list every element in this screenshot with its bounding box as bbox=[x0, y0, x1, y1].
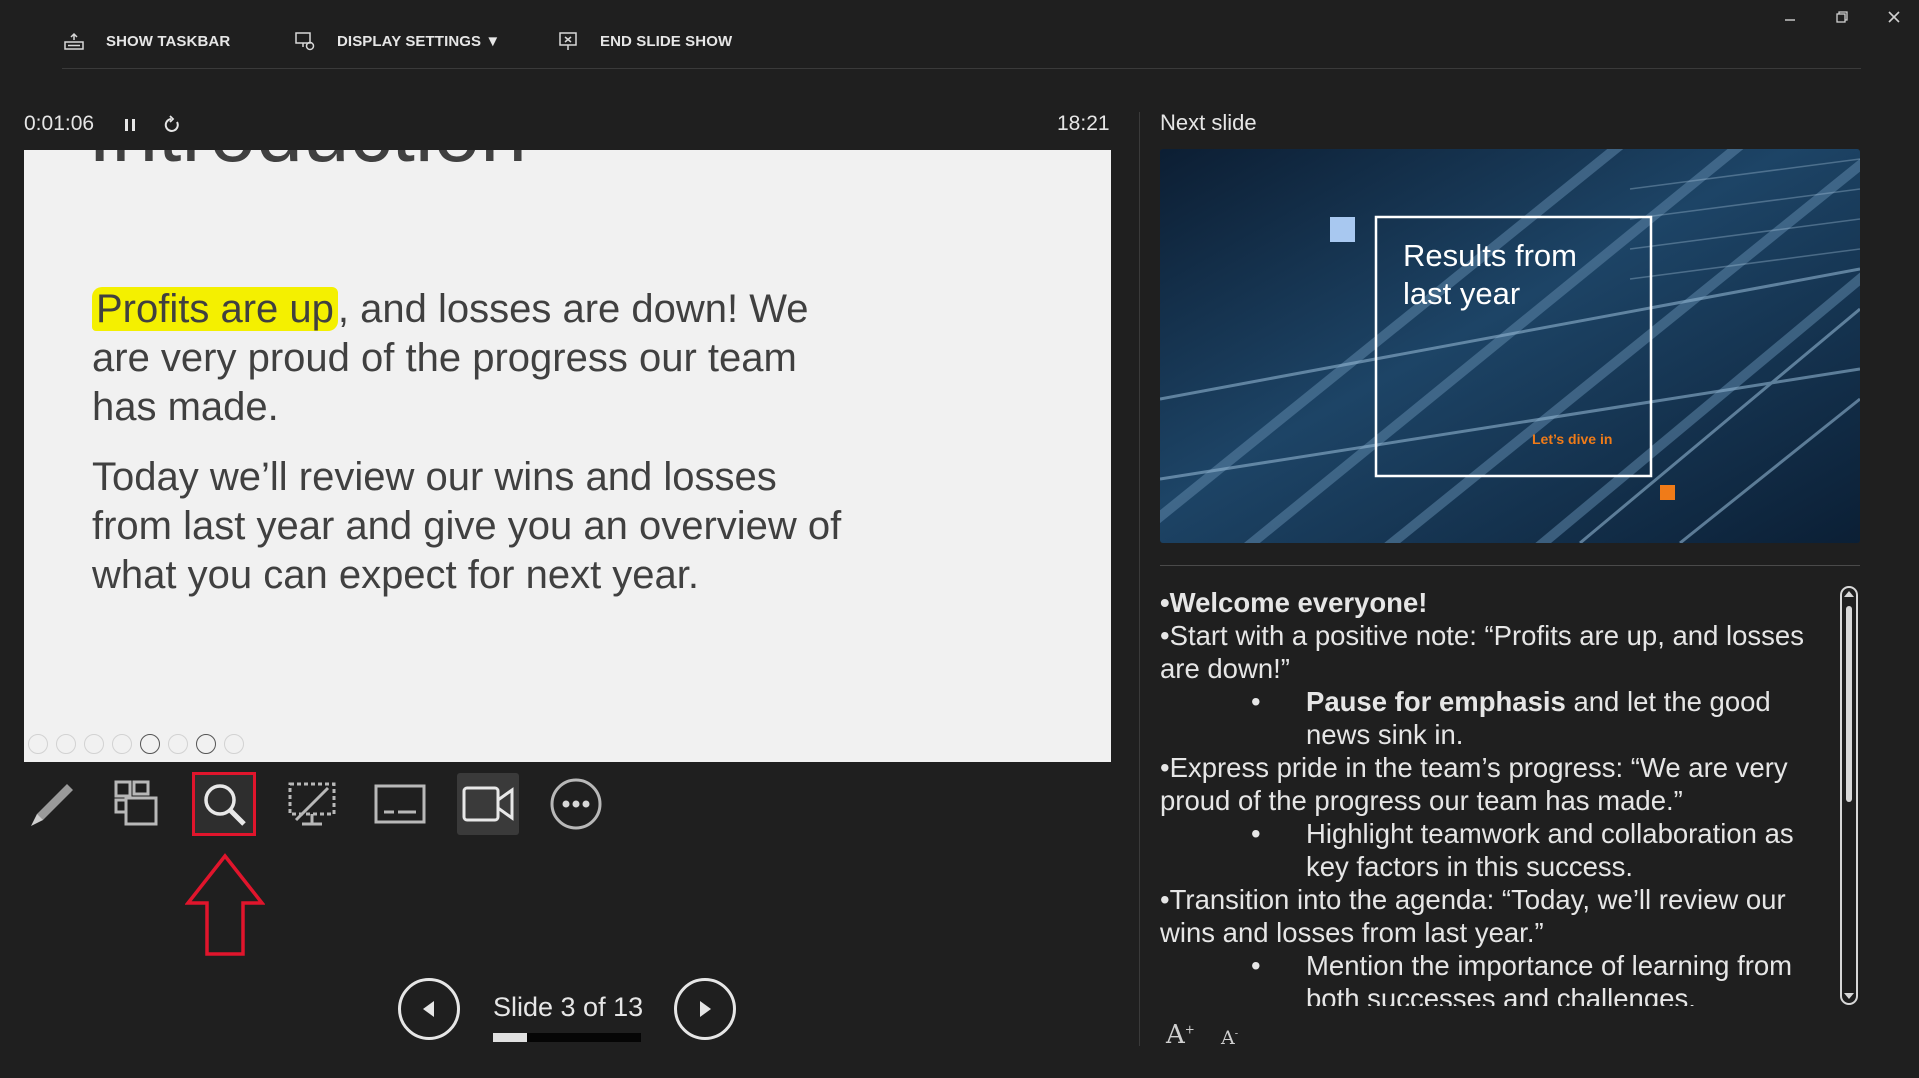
annotation-arrow-icon bbox=[185, 853, 265, 956]
current-slide[interactable]: Introduction Profits are up, and losses … bbox=[24, 150, 1111, 762]
show-taskbar-button[interactable]: SHOW TASKBAR bbox=[62, 26, 230, 56]
notes-subbullet: Pause for emphasis and let the good news… bbox=[1160, 685, 1840, 751]
display-settings-label: DISPLAY SETTINGS ▼ bbox=[337, 32, 501, 50]
magnifier-icon bbox=[204, 784, 246, 826]
close-icon bbox=[1888, 11, 1900, 23]
zoom-into-slide-button[interactable] bbox=[192, 772, 256, 836]
slides-grid-icon bbox=[114, 780, 158, 826]
camera-toggle-button[interactable] bbox=[457, 773, 519, 835]
notes-divider bbox=[1160, 565, 1860, 566]
increase-font-button[interactable]: A+ bbox=[1166, 1020, 1195, 1050]
toggle-subtitles-button[interactable] bbox=[369, 773, 431, 835]
notes-subbullet: Mention the importance of learning from … bbox=[1160, 949, 1840, 1006]
display-settings-icon bbox=[295, 32, 315, 51]
notes-scrollbar[interactable] bbox=[1840, 586, 1858, 1005]
mini-camera-icon[interactable] bbox=[196, 734, 216, 754]
slide-paragraph-1: Profits are up, and losses are down! We … bbox=[92, 285, 852, 432]
scroll-down-arrow-icon[interactable] bbox=[1843, 992, 1855, 1000]
mini-more-icon[interactable] bbox=[224, 734, 244, 754]
notes-line: •Express pride in the team’s progress: “… bbox=[1160, 752, 1788, 816]
scroll-up-arrow-icon[interactable] bbox=[1843, 590, 1855, 598]
mini-next-icon[interactable] bbox=[56, 734, 76, 754]
more-icon bbox=[550, 778, 602, 830]
display-settings-button[interactable]: DISPLAY SETTINGS ▼ bbox=[293, 26, 500, 56]
slide-progress-fill bbox=[493, 1033, 528, 1042]
subtitles-icon bbox=[374, 784, 426, 824]
pen-tool-button[interactable] bbox=[20, 773, 82, 835]
restore-icon bbox=[1836, 11, 1848, 23]
monitor-slash-icon bbox=[288, 782, 336, 826]
pen-icon bbox=[31, 784, 73, 826]
clock: 18:21 bbox=[1057, 112, 1110, 135]
mini-pen-icon[interactable] bbox=[84, 734, 104, 754]
mini-zoom-icon[interactable] bbox=[140, 734, 160, 754]
slide-paragraph-2: Today we’ll review our wins and losses f… bbox=[92, 455, 842, 597]
close-window-button[interactable] bbox=[1881, 6, 1907, 28]
pane-divider bbox=[1139, 112, 1140, 1046]
decrease-font-button[interactable]: A- bbox=[1221, 1027, 1238, 1049]
video-camera-icon bbox=[462, 786, 514, 822]
slide-counter[interactable]: Slide 3 of 13 bbox=[493, 992, 643, 1023]
notes-line: •Start with a positive note: “Profits ar… bbox=[1160, 620, 1804, 684]
highlighted-text: Profits are up bbox=[92, 287, 338, 331]
mini-subtitles-icon[interactable] bbox=[168, 734, 188, 754]
minimize-button[interactable] bbox=[1777, 6, 1803, 28]
restart-timer-button[interactable] bbox=[161, 114, 183, 136]
triangle-left-icon bbox=[423, 1001, 434, 1017]
minimize-icon bbox=[1785, 19, 1795, 21]
top-divider bbox=[62, 68, 1861, 69]
end-show-icon bbox=[559, 32, 577, 50]
next-slide-preview[interactable]: Results from last year Let’s dive in bbox=[1160, 149, 1860, 543]
slide-mini-toolbar bbox=[28, 734, 244, 754]
elapsed-timer: 0:01:06 bbox=[24, 112, 95, 135]
previous-slide-button[interactable] bbox=[398, 978, 460, 1040]
next-slide-subtitle: Let’s dive in bbox=[1532, 431, 1613, 447]
more-options-button[interactable] bbox=[545, 773, 607, 835]
next-slide-label: Next slide bbox=[1160, 110, 1257, 135]
slide-title: Introduction bbox=[88, 150, 527, 181]
notes-scroll-thumb[interactable] bbox=[1846, 606, 1852, 802]
slide-progress-bar bbox=[493, 1033, 641, 1042]
escalator-background-image bbox=[1160, 149, 1860, 543]
next-slide-title: Results from last year bbox=[1403, 238, 1577, 311]
see-all-slides-button[interactable] bbox=[105, 773, 167, 835]
end-slide-show-button[interactable]: END SLIDE SHOW bbox=[556, 26, 732, 56]
black-screen-button[interactable] bbox=[281, 773, 343, 835]
restart-icon bbox=[164, 115, 179, 132]
mini-slides-icon[interactable] bbox=[112, 734, 132, 754]
notes-line: •Welcome everyone! bbox=[1160, 586, 1840, 619]
next-slide-button[interactable] bbox=[674, 978, 736, 1040]
pause-timer-button[interactable] bbox=[119, 114, 141, 136]
show-taskbar-label: SHOW TASKBAR bbox=[106, 32, 231, 50]
notes-subbullet: Highlight teamwork and collaboration as … bbox=[1160, 817, 1840, 883]
speaker-notes[interactable]: •Welcome everyone! •Start with a positiv… bbox=[1160, 586, 1840, 1006]
restore-button[interactable] bbox=[1829, 6, 1855, 28]
notes-line: •Transition into the agenda: “Today, we’… bbox=[1160, 884, 1786, 948]
end-slide-show-label: END SLIDE SHOW bbox=[600, 32, 733, 50]
triangle-right-icon bbox=[700, 1001, 711, 1017]
taskbar-icon bbox=[64, 32, 84, 50]
mini-prev-icon[interactable] bbox=[28, 734, 48, 754]
notes-welcome: •Welcome everyone! bbox=[1160, 587, 1428, 618]
pause-icon bbox=[125, 119, 135, 131]
notes-emphasis: Pause for emphasis bbox=[1306, 686, 1566, 717]
